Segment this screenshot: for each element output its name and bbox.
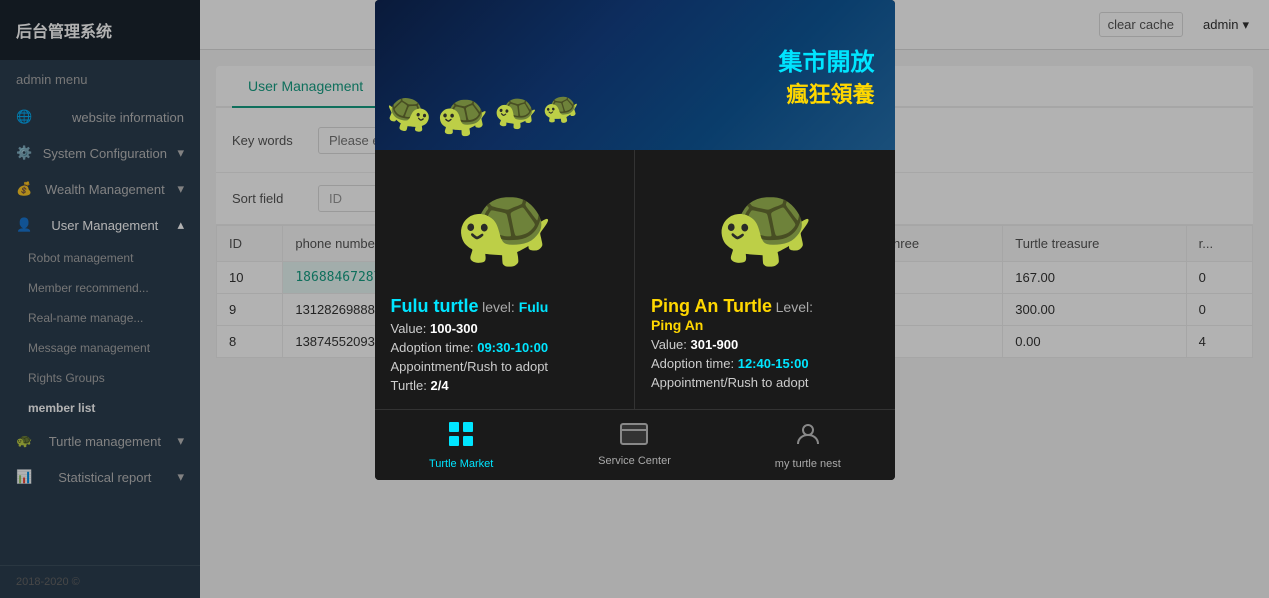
fulu-level-label: level: bbox=[482, 299, 519, 315]
popup-window: 🐢 🐢 🐢 🐢 集市開放 瘋狂領養 🐢 F bbox=[375, 0, 895, 480]
banner-text: 集市開放 瘋狂領養 bbox=[779, 42, 875, 109]
market-icon bbox=[447, 420, 475, 454]
fulu-turtle-name: Fulu turtle bbox=[391, 296, 479, 316]
app-container: 后台管理系统 admin menu 🌐 website information … bbox=[0, 0, 1269, 598]
pingan-turtle-image: 🐢 bbox=[651, 166, 879, 286]
market-label: Turtle Market bbox=[429, 458, 493, 470]
fulu-turtle-header: Fulu turtle level: Fulu bbox=[391, 296, 619, 317]
turtle-card-fulu[interactable]: 🐢 Fulu turtle level: Fulu Value: 100-300… bbox=[375, 150, 636, 409]
pingan-turtle-header: Ping An Turtle Level: bbox=[651, 296, 879, 317]
service-label: Service Center bbox=[598, 455, 671, 467]
fulu-turtle-count: Turtle: 2/4 bbox=[391, 378, 619, 393]
nav-service-center[interactable]: Service Center bbox=[548, 410, 721, 480]
nav-turtle-market[interactable]: Turtle Market bbox=[375, 410, 548, 480]
fulu-turtle-image: 🐢 bbox=[391, 166, 619, 286]
pingan-level-label: Level: bbox=[776, 299, 813, 315]
popup-bottom-nav: Turtle Market Service Center bbox=[375, 409, 895, 480]
banner-turtles: 🐢 🐢 🐢 🐢 bbox=[385, 91, 581, 140]
pingan-adoption-type: Appointment/Rush to adopt bbox=[651, 375, 879, 390]
pingan-turtle-name: Ping An Turtle bbox=[651, 296, 772, 316]
pingan-adoption-time: Adoption time: 12:40-15:00 bbox=[651, 356, 879, 371]
nav-my-turtle-nest[interactable]: my turtle nest bbox=[721, 410, 894, 480]
turtle-emoji-4: 🐢 bbox=[541, 89, 582, 141]
fulu-adoption-time: Adoption time: 09:30-10:00 bbox=[391, 340, 619, 355]
turtle-emoji-3: 🐢 bbox=[492, 89, 540, 142]
nest-label: my turtle nest bbox=[775, 458, 841, 470]
turtle-card-pingan[interactable]: 🐢 Ping An Turtle Level: Ping An Value: 3… bbox=[635, 150, 895, 409]
popup-overlay[interactable]: 🐢 🐢 🐢 🐢 集市開放 瘋狂領養 🐢 F bbox=[0, 0, 1269, 598]
popup-banner: 🐢 🐢 🐢 🐢 集市開放 瘋狂領養 bbox=[375, 0, 895, 150]
banner-line1: 集市開放 bbox=[779, 42, 875, 77]
fulu-value: Value: 100-300 bbox=[391, 321, 619, 336]
fulu-turtle-emoji: 🐢 bbox=[454, 179, 554, 273]
turtle-cards: 🐢 Fulu turtle level: Fulu Value: 100-300… bbox=[375, 150, 895, 409]
fulu-level: Fulu bbox=[519, 299, 549, 315]
turtle-emoji-2: 🐢 bbox=[437, 91, 489, 140]
service-icon bbox=[620, 423, 648, 451]
nest-icon bbox=[794, 420, 822, 454]
banner-line2: 瘋狂領養 bbox=[779, 77, 875, 109]
fulu-adoption-type: Appointment/Rush to adopt bbox=[391, 359, 619, 374]
turtle-emoji-1: 🐢 bbox=[381, 87, 436, 143]
pingan-level: Ping An bbox=[651, 317, 879, 333]
pingan-value: Value: 301-900 bbox=[651, 337, 879, 352]
pingan-turtle-emoji: 🐢 bbox=[715, 179, 815, 273]
